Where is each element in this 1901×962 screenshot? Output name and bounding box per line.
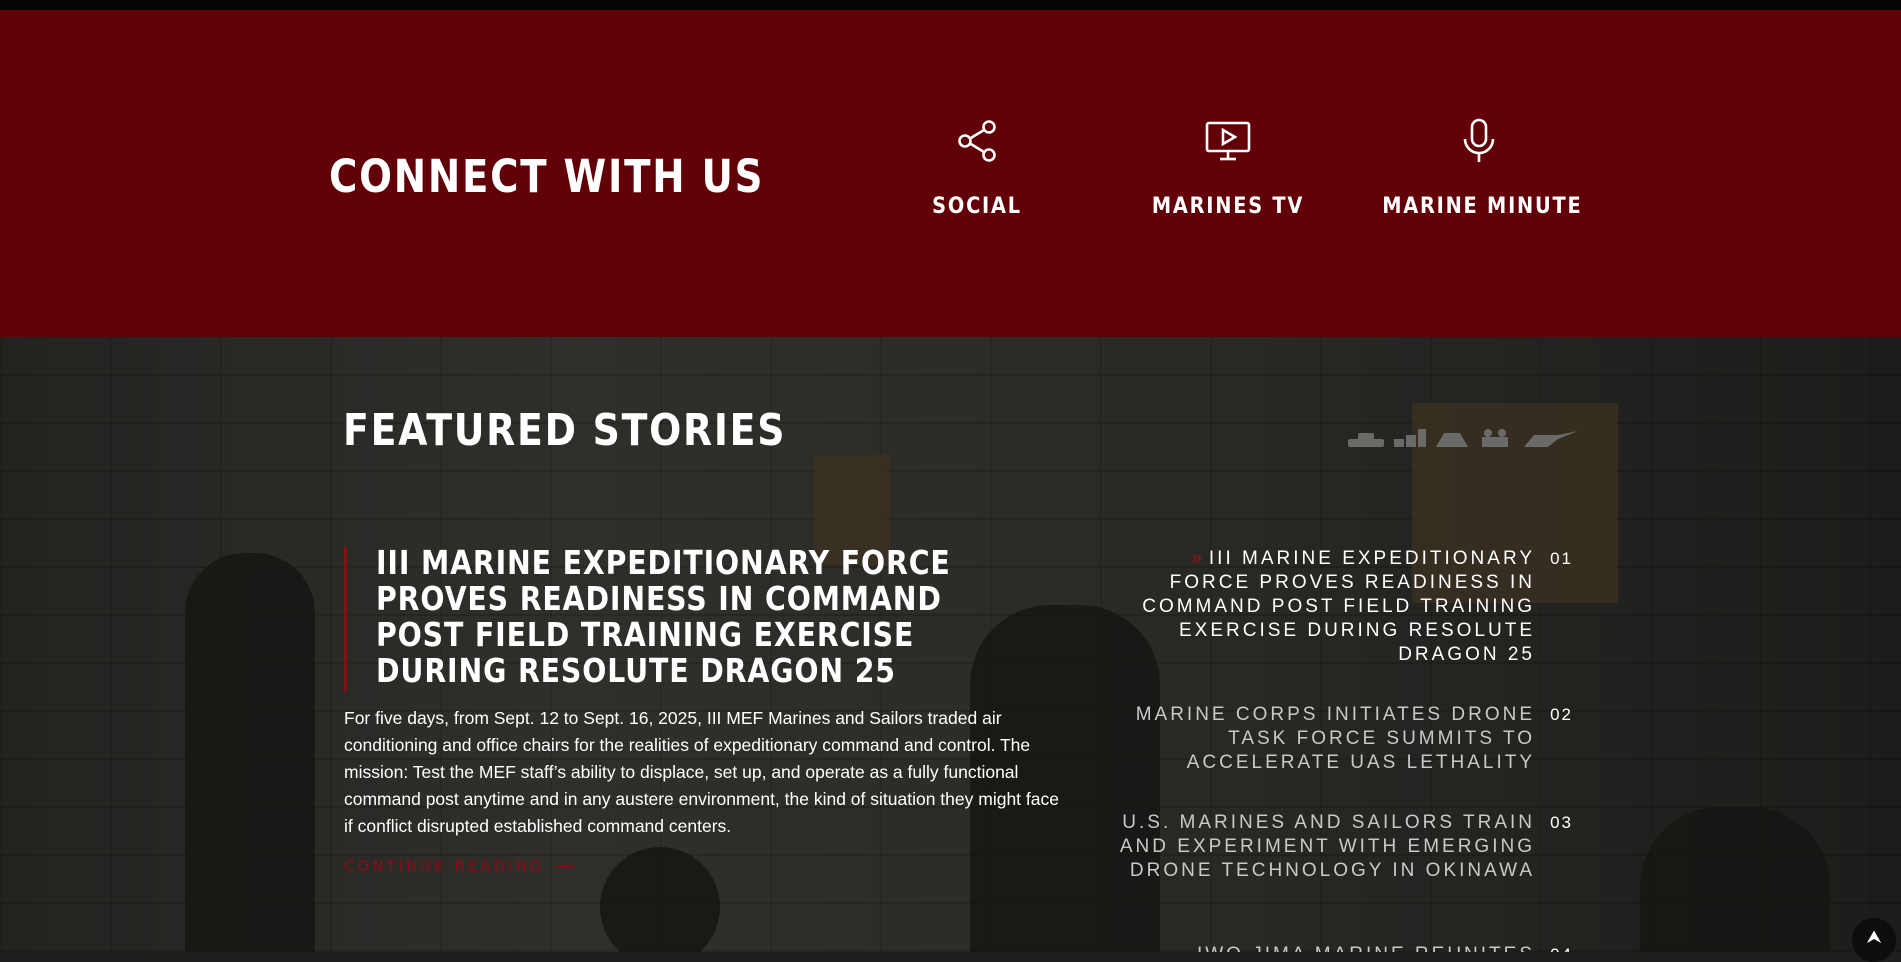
top-bar (0, 0, 1901, 10)
video-play-icon (1118, 118, 1338, 168)
featured-title: FEATURED STORIES (343, 405, 787, 456)
story-title: MARINE CORPS INITIATES DRONE TASK FORCE … (1135, 704, 1535, 773)
story-item-04[interactable]: 04 IWO JIMA MARINE REUNITES (1115, 943, 1571, 952)
story-item-02[interactable]: 02 MARINE CORPS INITIATES DRONE TASK FOR… (1115, 703, 1571, 775)
active-chevron-icon: » (1191, 548, 1205, 569)
story-item-01[interactable]: 01 » III MARINE EXPEDITIONARY FORCE PROVE… (1115, 547, 1571, 667)
lead-headline[interactable]: III MARINE EXPEDITIONARY FORCE PROVES RE… (376, 545, 995, 689)
connect-title: CONNECT WITH US (329, 150, 765, 203)
lead-accent-bar (344, 547, 347, 692)
microphone-icon (1369, 118, 1589, 168)
marine-silhouettes-icon (1348, 429, 1578, 447)
story-title: U.S. MARINES AND SAILORS TRAIN AND EXPER… (1119, 812, 1535, 881)
social-link[interactable]: SOCIAL (867, 118, 1087, 219)
marines-tv-label: MARINES TV (1151, 194, 1305, 219)
lead-summary: For five days, from Sept. 12 to Sept. 16… (344, 708, 1059, 836)
marine-minute-label: MARINE MINUTE (1382, 194, 1583, 219)
marines-tv-link[interactable]: MARINES TV (1118, 118, 1338, 219)
story-number: 03 (1550, 813, 1573, 832)
story-number: 04 (1550, 943, 1573, 952)
story-title: IWO JIMA MARINE REUNITES (1197, 944, 1535, 952)
continue-reading-link[interactable]: CONTINUE READING ⟶ (344, 857, 577, 875)
scroll-to-top-button[interactable]: ⮝ (1852, 918, 1896, 962)
featured-section: FEATURED STORIES III MARINE EXPEDITIONAR… (0, 337, 1901, 952)
story-number: 02 (1550, 705, 1573, 724)
arrow-up-icon: ⮝ (1866, 927, 1882, 947)
connect-section: CONNECT WITH US SOCIAL MARINES TV MARINE… (0, 10, 1901, 337)
story-item-03[interactable]: 03 U.S. MARINES AND SAILORS TRAIN AND EX… (1115, 811, 1571, 883)
story-number: 01 (1550, 549, 1573, 568)
social-label: SOCIAL (932, 194, 1022, 219)
share-icon (867, 118, 1087, 168)
marine-minute-link[interactable]: MARINE MINUTE (1369, 118, 1589, 219)
